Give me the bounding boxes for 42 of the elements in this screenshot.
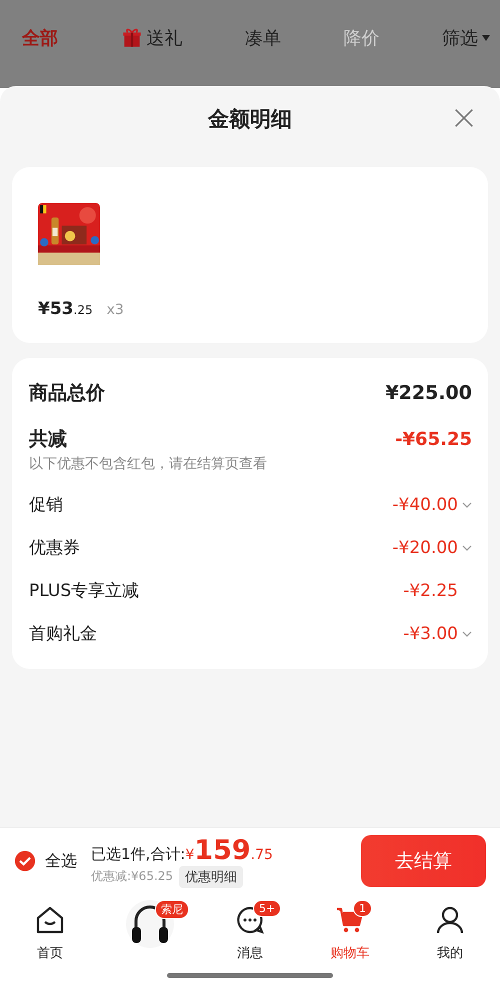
select-all-label[interactable]: 全选 <box>45 850 77 872</box>
checkout-button[interactable]: 去结算 <box>361 835 486 887</box>
item-price: ¥53.25 <box>38 299 93 319</box>
summary-value: -¥2.25 <box>403 580 458 600</box>
summary-label: 商品总价 <box>29 381 105 406</box>
chevron-down-icon[interactable] <box>462 544 472 550</box>
selected-count-text: 已选1件,合计: <box>91 844 186 864</box>
nav-label[interactable]: 购物车 <box>330 944 370 962</box>
nav-badge: 1 <box>353 900 372 917</box>
nav-label[interactable]: 首页 <box>37 944 63 962</box>
summary-value: ¥225.00 <box>385 382 472 404</box>
summary-label: 优惠券 <box>29 537 80 559</box>
summary-value: -¥40.00 <box>392 494 458 514</box>
discount-text: 优惠减:¥65.25 <box>91 868 174 885</box>
nav-label[interactable]: 消息 <box>237 944 263 962</box>
cart-icon[interactable] <box>335 905 365 935</box>
home-icon[interactable] <box>35 905 65 935</box>
total-price: ¥159.75 <box>185 834 273 866</box>
summary-label: 共减 <box>29 427 67 452</box>
nav-badge: 5+ <box>253 900 282 917</box>
summary-value: -¥20.00 <box>392 538 458 558</box>
caret-icon <box>482 35 490 41</box>
sheet-title: 金额明细 <box>208 106 292 133</box>
close-icon[interactable] <box>454 108 474 128</box>
summary-value: -¥65.25 <box>395 428 472 450</box>
chevron-down-icon[interactable] <box>462 630 472 636</box>
nav-label[interactable]: 我的 <box>437 944 463 962</box>
summary-label: PLUS专享立减 <box>29 580 140 602</box>
discount-detail-button[interactable]: 优惠明细 <box>179 866 244 888</box>
filter-tab[interactable]: 筛选 <box>442 26 490 50</box>
profile-icon[interactable] <box>435 905 465 935</box>
nav-badge: 索尼 <box>155 900 189 919</box>
discount-note: 以下优惠不包含红包，请在结算页查看 <box>29 455 268 473</box>
summary-value: -¥3.00 <box>403 624 458 644</box>
filter-tab[interactable]: 凑单 <box>245 26 281 50</box>
summary-label: 促销 <box>29 494 63 516</box>
item-quantity: x3 <box>106 302 124 318</box>
gift-icon <box>120 27 142 49</box>
filter-tab[interactable]: 送礼 <box>120 26 182 50</box>
chevron-down-icon[interactable] <box>462 502 472 508</box>
summary-label: 首购礼金 <box>29 623 97 645</box>
checkbox[interactable] <box>14 850 36 872</box>
